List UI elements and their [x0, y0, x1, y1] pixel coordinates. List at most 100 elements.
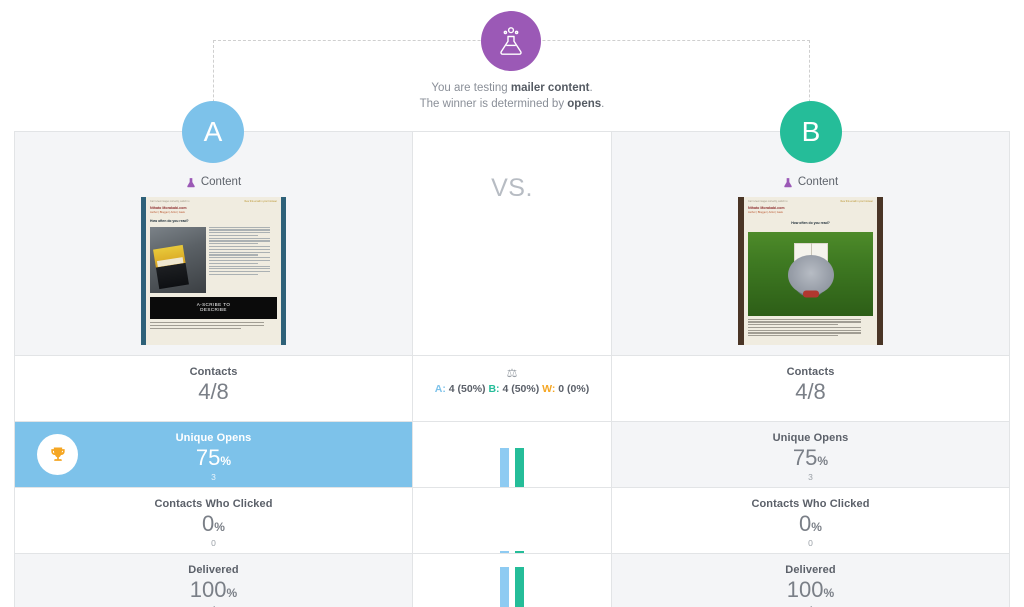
metric-row: Contacts Who Clicked 0% 0 Contacts Who C…: [15, 488, 1009, 554]
mail-b-body-text: [744, 316, 877, 337]
test-caption-prefix: You are testing: [431, 82, 511, 94]
metric-count: 0: [211, 538, 216, 548]
metric-value: 4/8: [795, 379, 826, 404]
comparison-bar-chart: [413, 422, 611, 487]
split-b-value: 4 (50%): [502, 383, 540, 395]
metric-percent-sign: %: [811, 520, 822, 534]
bar-variant-a: [500, 551, 509, 553]
metric-count: 0: [808, 538, 813, 548]
variant-a-badge[interactable]: A: [182, 101, 244, 163]
ab-test-results-page: You are testing mailer content. The winn…: [0, 0, 1024, 607]
flask-icon: [481, 11, 541, 71]
comparison-bar-chart: [413, 488, 611, 553]
metric-label: Delivered: [785, 564, 836, 576]
mail-a-photo: [150, 226, 206, 293]
metric-percent-sign: %: [817, 454, 829, 468]
metric-count: 3: [808, 472, 813, 482]
metric-percent-sign: %: [823, 586, 835, 600]
metric-body: Unique Opens 75% 3: [612, 422, 1009, 487]
metric-body: Contacts Who Clicked 0% 0: [612, 488, 1009, 553]
mail-a-body-text: [209, 226, 277, 293]
metric-label: Unique Opens: [175, 432, 252, 444]
metric-value: 100%: [189, 577, 238, 602]
versus-cell: VS.: [412, 132, 612, 355]
metric-row: Unique Opens 75% 3 Unique Opens 75% 3: [15, 422, 1009, 488]
metric-body: Unique Opens 75% 3: [15, 422, 412, 487]
metric-cell-a: Delivered 100% 4: [15, 554, 412, 607]
metric-cell-a: Contacts 4/8: [15, 356, 412, 421]
variant-b-content-text: Content: [797, 176, 839, 188]
mail-a-preheader-right: View this email in your browser: [244, 200, 277, 203]
test-description: You are testing mailer content. The winn…: [312, 80, 712, 112]
vs-label: VS.: [491, 174, 533, 202]
bar-variant-b: [515, 567, 524, 607]
test-caption-mid: .: [589, 82, 593, 94]
metric-row: Contacts 4/8 ⚖ A: 4 (50%) B: 4 (50%) W: …: [15, 356, 1009, 422]
metric-value: 75%: [792, 445, 829, 470]
metric-body: Contacts 4/8: [612, 356, 1009, 421]
metric-cell-b: Unique Opens 75% 3: [612, 422, 1009, 487]
variant-a-letter: A: [203, 116, 223, 147]
metric-value: 4/8: [198, 379, 229, 404]
bar-variant-b: [515, 551, 524, 553]
winner-rule-metric: opens: [567, 98, 602, 110]
metric-value: 0%: [202, 511, 225, 536]
metric-value: 75%: [195, 445, 232, 470]
metric-label: Contacts: [786, 366, 835, 378]
bar-variant-b: [515, 448, 524, 487]
flask-small-icon: [784, 177, 792, 187]
metric-percent-sign: %: [226, 586, 238, 600]
metric-value: 100%: [786, 577, 835, 602]
metric-percent-sign: %: [214, 520, 225, 534]
winner-rule-prefix: The winner is determined by: [419, 98, 568, 110]
metric-label: Unique Opens: [772, 432, 849, 444]
mail-b-preheader-right: View this email in your browser: [840, 200, 873, 203]
metric-count: 3: [211, 472, 216, 482]
ab-comparison-table: Content Can't view images correctly, swi…: [14, 131, 1010, 607]
variant-a-content-text: Content: [200, 176, 242, 188]
contacts-split-text: A: 4 (50%) B: 4 (50%) W: 0 (0%): [413, 383, 611, 395]
metric-body: Delivered 100% 4: [15, 554, 412, 607]
split-a-value: 4 (50%): [448, 383, 486, 395]
metric-cell-center: ⚖ A: 4 (50%) B: 4 (50%) W: 0 (0%): [412, 356, 612, 421]
mail-a-headline: How often do you read?: [150, 219, 189, 224]
bar-variant-a: [500, 567, 509, 607]
metric-body: Contacts 4/8: [15, 356, 412, 421]
metric-cell-center: [412, 488, 612, 553]
split-w-value: 0 (0%): [558, 383, 590, 395]
mail-a-banner: A-SCRIBE TO DESCRIBE: [150, 296, 277, 320]
flask-small-icon: [187, 177, 195, 187]
variant-a-preview-cell: Content Can't view images correctly, swi…: [15, 132, 412, 355]
bar-variant-a: [500, 448, 509, 487]
split-w-label: W:: [542, 383, 556, 395]
mail-a-preheader-left: Can't view images correctly, switch to: [150, 200, 190, 203]
variant-b-thumbnail[interactable]: Can't view images correctly, switch to V…: [612, 197, 1009, 345]
metric-cell-center: [412, 554, 612, 607]
metric-label: Contacts: [189, 366, 238, 378]
test-subject: mailer content: [510, 82, 590, 94]
metric-rows: Contacts 4/8 ⚖ A: 4 (50%) B: 4 (50%) W: …: [15, 356, 1009, 607]
metric-cell-b: Delivered 100% 4: [612, 554, 1009, 607]
metric-value: 0%: [799, 511, 822, 536]
mail-a-footer-text: [146, 319, 281, 329]
metric-body: Contacts Who Clicked 0% 0: [15, 488, 412, 553]
split-a-label: A:: [434, 383, 446, 395]
metric-row: Delivered 100% 4 Delivered 100% 4: [15, 554, 1009, 607]
mail-b-preheader-left: Can't view images correctly, switch to: [748, 200, 788, 203]
metric-label: Delivered: [188, 564, 239, 576]
mail-b-headline: How often do you read?: [791, 221, 830, 226]
variant-b-badge[interactable]: B: [780, 101, 842, 163]
mail-b-photo: [748, 231, 873, 316]
metric-percent-sign: %: [220, 454, 232, 468]
preview-row: Content Can't view images correctly, swi…: [15, 132, 1009, 356]
variant-a-thumbnail[interactable]: Can't view images correctly, switch to V…: [15, 197, 412, 345]
mail-a-banner-line2: DESCRIBE: [200, 307, 227, 313]
metric-cell-b: Contacts 4/8: [612, 356, 1009, 421]
winner-rule-suffix: .: [601, 98, 605, 110]
metric-cell-b: Contacts Who Clicked 0% 0: [612, 488, 1009, 553]
metric-label: Contacts Who Clicked: [751, 498, 870, 510]
metric-cell-center: [412, 422, 612, 487]
variant-b-preview-cell: Content Can't view images correctly, swi…: [612, 132, 1009, 355]
comparison-bar-chart: [413, 554, 611, 607]
contacts-split: ⚖ A: 4 (50%) B: 4 (50%) W: 0 (0%): [413, 356, 611, 396]
